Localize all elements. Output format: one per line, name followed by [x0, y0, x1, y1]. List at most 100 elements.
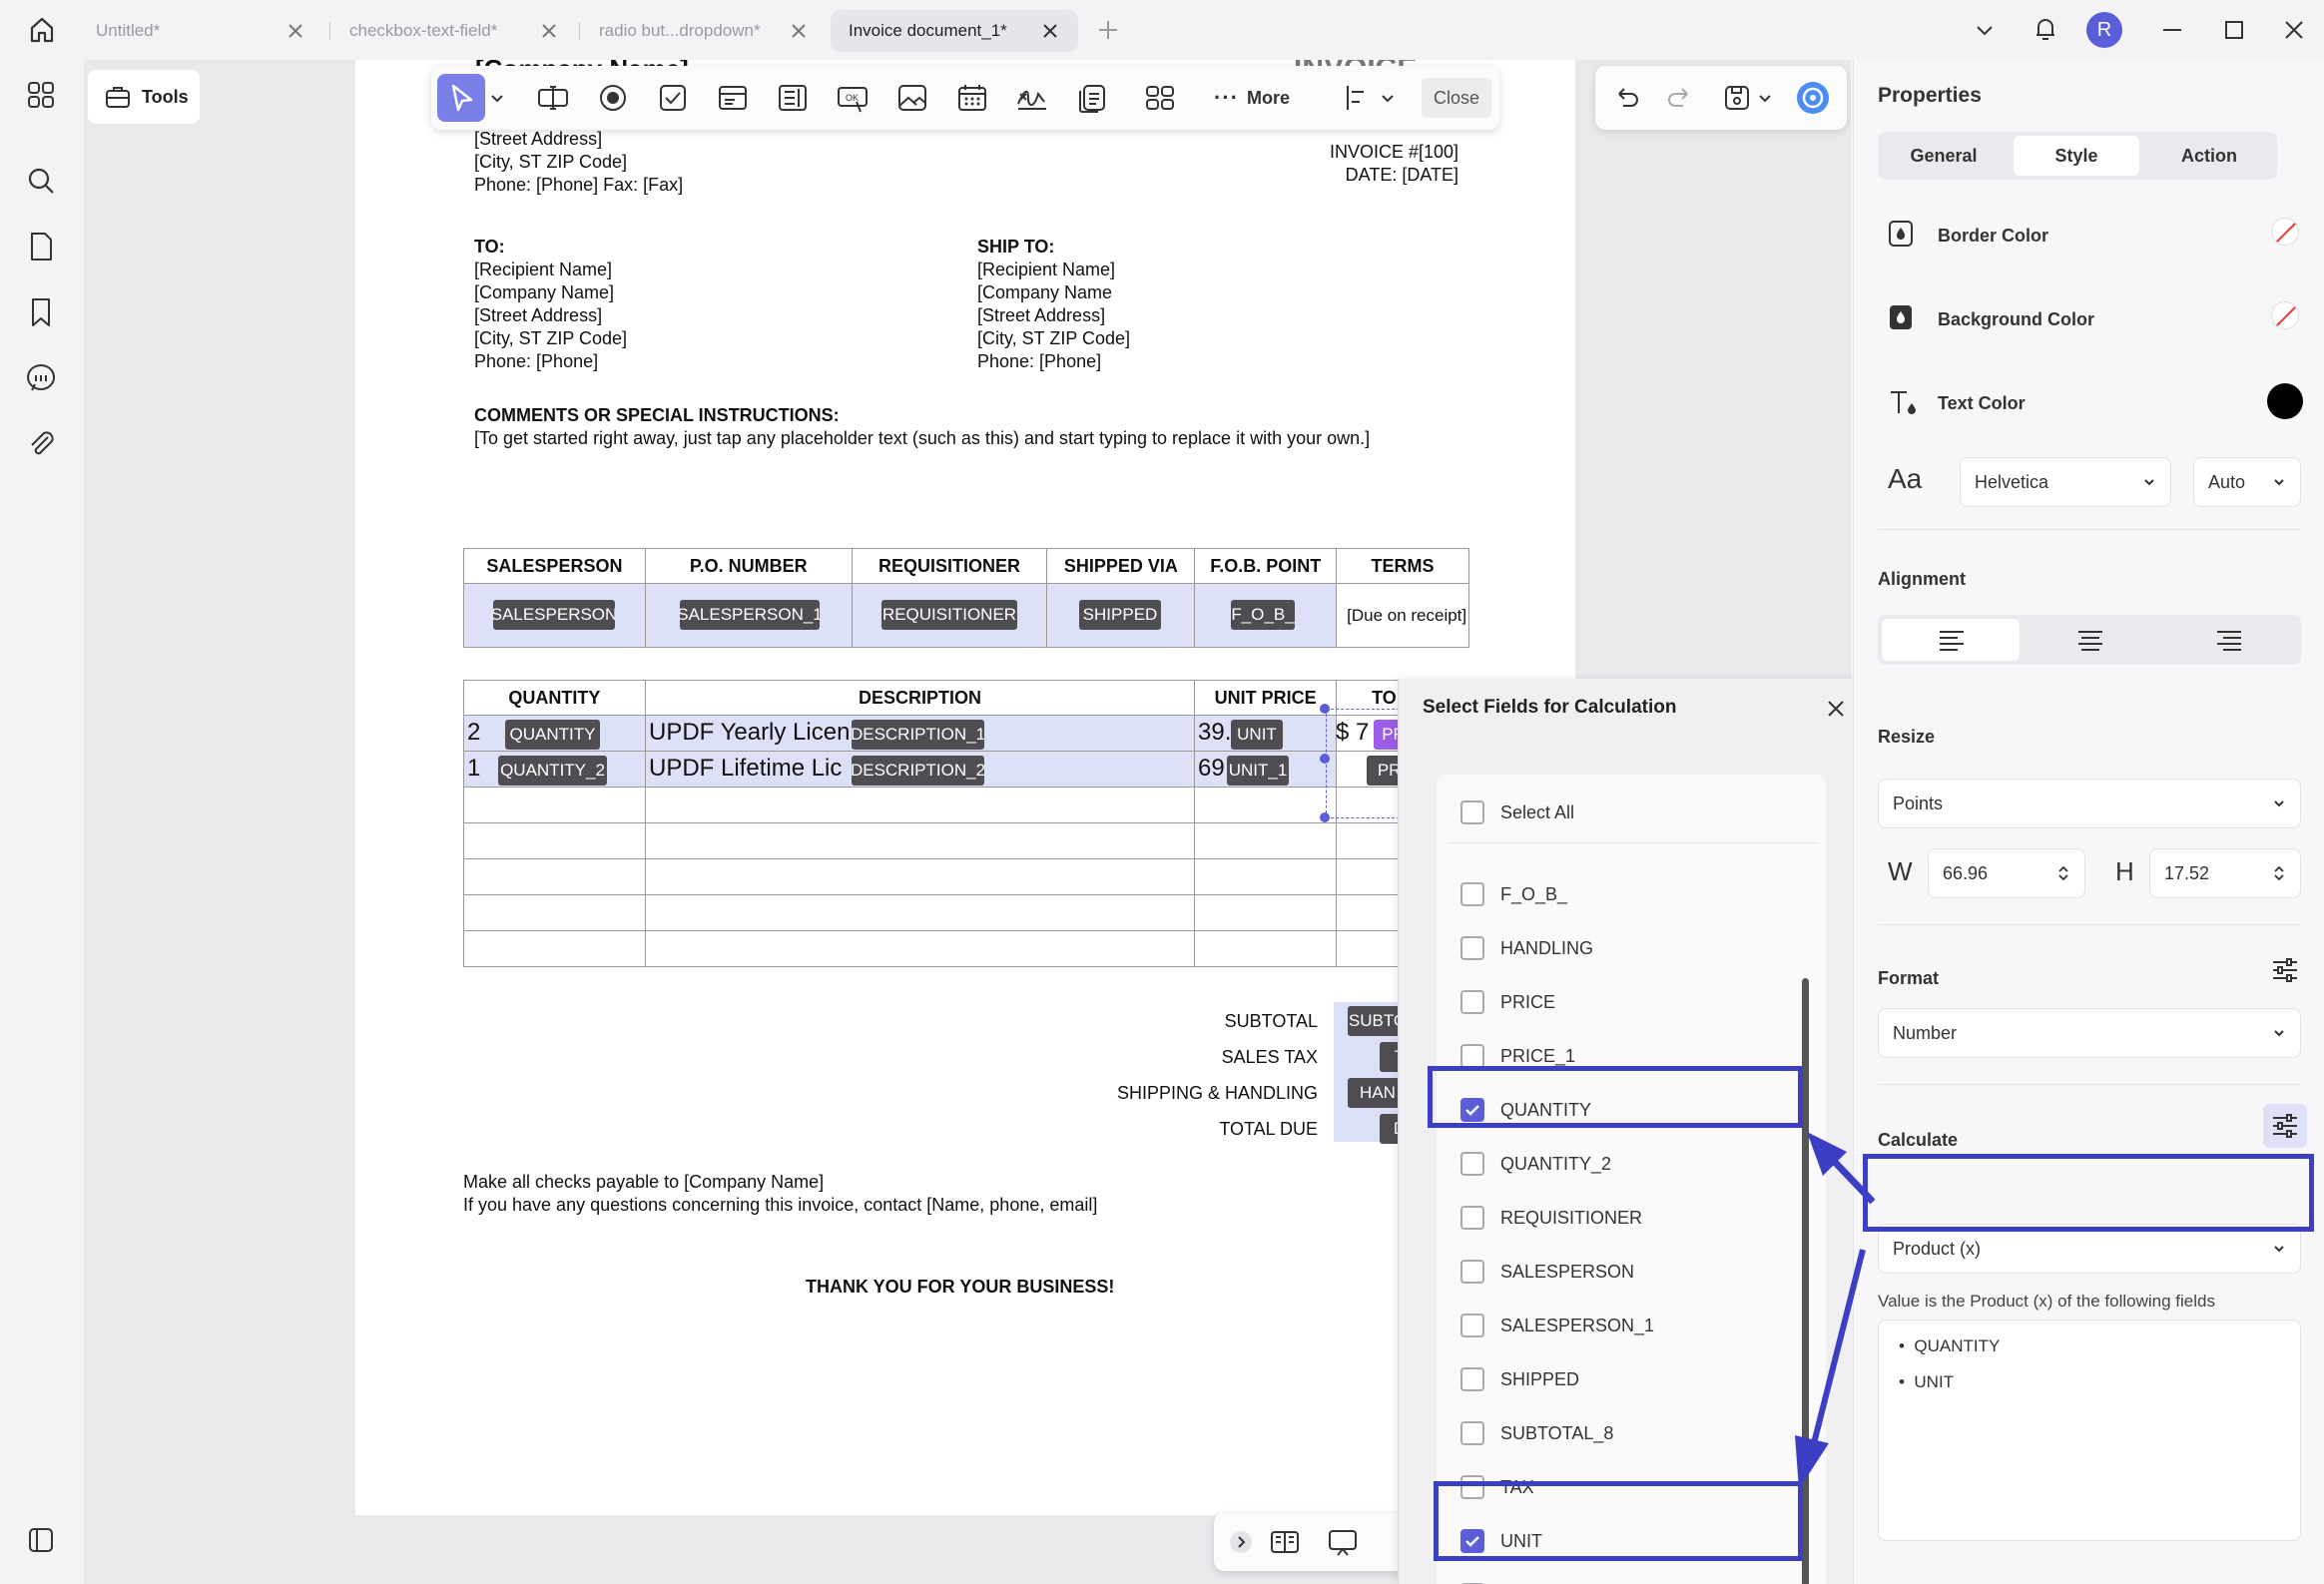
close-icon[interactable]: [539, 21, 559, 41]
tab-general[interactable]: General: [1878, 136, 2010, 176]
close-icon[interactable]: [286, 21, 305, 41]
resize-unit-select[interactable]: Points: [1878, 779, 2301, 828]
align-center-button[interactable]: [2022, 619, 2159, 661]
form-field-salesperson[interactable]: SALESPERSON: [493, 600, 615, 630]
tools-label: Tools: [142, 86, 189, 107]
close-icon[interactable]: [1040, 21, 1060, 41]
field-checkbox-handling[interactable]: HANDLING: [1460, 928, 1593, 968]
avatar[interactable]: R: [2086, 12, 2122, 48]
chevron-down-icon[interactable]: [1755, 80, 1775, 116]
field-checkbox-quantity-2[interactable]: QUANTITY_2: [1460, 1144, 1611, 1184]
page-icon[interactable]: [24, 230, 58, 264]
search-icon[interactable]: [24, 164, 58, 198]
format-select[interactable]: Number: [1878, 1008, 2301, 1058]
text-field-icon[interactable]: [535, 80, 571, 116]
chevron-right-icon[interactable]: [1230, 1531, 1252, 1553]
no-color-swatch[interactable]: [2271, 301, 2299, 329]
sidebar-toggle-icon[interactable]: [24, 1523, 58, 1557]
reading-mode-icon[interactable]: [1268, 1525, 1302, 1559]
tab-invoice-document[interactable]: Invoice document_1*: [831, 10, 1078, 52]
form-field-unit-1[interactable]: UNIT_1: [1227, 756, 1289, 786]
maximize-icon[interactable]: [2222, 18, 2246, 42]
bell-icon[interactable]: [2031, 14, 2060, 44]
stepper-icon[interactable]: [2272, 866, 2286, 880]
presentation-icon[interactable]: [1326, 1525, 1360, 1559]
field-checkbox-salesperson[interactable]: SALESPERSON: [1460, 1252, 1634, 1292]
select-tool-button[interactable]: [437, 74, 485, 122]
save-icon[interactable]: [1719, 80, 1755, 116]
date-field-icon[interactable]: [954, 80, 990, 116]
form-field-quantity-2[interactable]: QUANTITY_2: [498, 756, 607, 786]
field-checkbox-unit-1[interactable]: UNIT_1: [1460, 1575, 1562, 1584]
align-right-button[interactable]: [2161, 619, 2299, 661]
sliders-icon[interactable]: [2269, 954, 2301, 986]
form-field-requisitioner[interactable]: REQUISITIONER: [881, 600, 1017, 630]
button-ok-icon[interactable]: OK: [835, 80, 871, 116]
field-checkbox-salesperson-1[interactable]: SALESPERSON_1: [1460, 1306, 1654, 1345]
width-input[interactable]: 66.96: [1928, 848, 2085, 898]
radio-button-icon[interactable]: [595, 80, 631, 116]
redo-icon[interactable]: [1661, 80, 1697, 116]
calculate-settings-button[interactable]: [2263, 1104, 2307, 1148]
resize-handle[interactable]: [1320, 812, 1330, 822]
highlight-box-quantity: [1428, 1066, 1803, 1128]
chevron-down-icon[interactable]: [1378, 80, 1398, 116]
form-field-shipped[interactable]: SHIPPED: [1079, 600, 1161, 630]
tab-checkbox-text-field[interactable]: checkbox-text-field*: [331, 10, 577, 52]
tab-untitled[interactable]: Untitled*: [78, 10, 323, 52]
grid-icon[interactable]: [24, 78, 58, 112]
comment-icon[interactable]: [24, 361, 58, 395]
ai-assistant-icon[interactable]: [1795, 80, 1831, 116]
no-color-swatch[interactable]: [2271, 218, 2299, 246]
close-icon[interactable]: [1822, 695, 1850, 723]
tab-style[interactable]: Style: [2014, 136, 2139, 176]
to-line: [City, ST ZIP Code]: [474, 328, 628, 348]
chevron-down-icon[interactable]: [487, 80, 507, 116]
font-size-select[interactable]: Auto: [2193, 457, 2301, 507]
align-left-icon[interactable]: [1340, 80, 1376, 116]
image-field-icon[interactable]: [894, 80, 930, 116]
form-field-description-1[interactable]: DESCRIPTION_1: [852, 720, 984, 750]
form-field-unit[interactable]: UNIT: [1231, 720, 1283, 750]
bookmark-icon[interactable]: [24, 295, 58, 329]
height-label: H: [2115, 856, 2134, 886]
new-tab-icon[interactable]: [1096, 18, 1120, 42]
field-checkbox-price[interactable]: PRICE: [1460, 982, 1555, 1022]
resize-handle[interactable]: [1320, 754, 1330, 764]
align-left-button[interactable]: [1882, 619, 2020, 661]
undo-icon[interactable]: [1609, 80, 1645, 116]
form-field-quantity[interactable]: QUANTITY: [505, 720, 600, 750]
tools-button[interactable]: Tools: [88, 70, 200, 124]
checkbox-icon[interactable]: [655, 80, 691, 116]
field-name: REQUISITIONER: [1500, 1207, 1643, 1228]
text-color-swatch[interactable]: [2267, 383, 2303, 419]
form-field-fob[interactable]: F_O_B_: [1231, 600, 1295, 630]
duplicate-icon[interactable]: [1074, 80, 1110, 116]
align-grid-icon[interactable]: [1142, 80, 1178, 116]
column-header: SALESPERSON: [463, 548, 646, 584]
field-checkbox-shipped[interactable]: SHIPPED: [1460, 1359, 1579, 1399]
stepper-icon[interactable]: [2056, 866, 2070, 880]
tab-radio-dropdown[interactable]: radio but...dropdown*: [581, 10, 827, 52]
list-box-icon[interactable]: [775, 80, 811, 116]
field-checkbox-subtotal-8[interactable]: SUBTOTAL_8: [1460, 1413, 1613, 1453]
height-input[interactable]: 17.52: [2149, 848, 2301, 898]
select-all-checkbox[interactable]: Select All: [1460, 792, 1574, 832]
field-checkbox-requisitioner[interactable]: REQUISITIONER: [1460, 1198, 1642, 1238]
minimize-icon[interactable]: [2160, 18, 2184, 42]
close-button[interactable]: Close: [1422, 78, 1491, 118]
home-icon[interactable]: [24, 12, 60, 48]
form-field-salesperson-1[interactable]: SALESPERSON_1: [680, 600, 820, 630]
font-family-select[interactable]: Helvetica: [1960, 457, 2171, 507]
attachment-icon[interactable]: [24, 427, 58, 461]
form-field-description-2[interactable]: DESCRIPTION_2: [852, 756, 984, 786]
resize-handle[interactable]: [1320, 704, 1330, 714]
signature-icon[interactable]: [1014, 80, 1050, 116]
combo-box-icon[interactable]: [715, 80, 751, 116]
more-button[interactable]: ··· More: [1214, 80, 1304, 116]
field-checkbox-f-o-b-[interactable]: F_O_B_: [1460, 874, 1567, 914]
window-close-icon[interactable]: [2282, 18, 2306, 42]
tab-action[interactable]: Action: [2143, 136, 2275, 176]
chevron-down-icon[interactable]: [1973, 18, 1997, 42]
close-icon[interactable]: [789, 21, 809, 41]
